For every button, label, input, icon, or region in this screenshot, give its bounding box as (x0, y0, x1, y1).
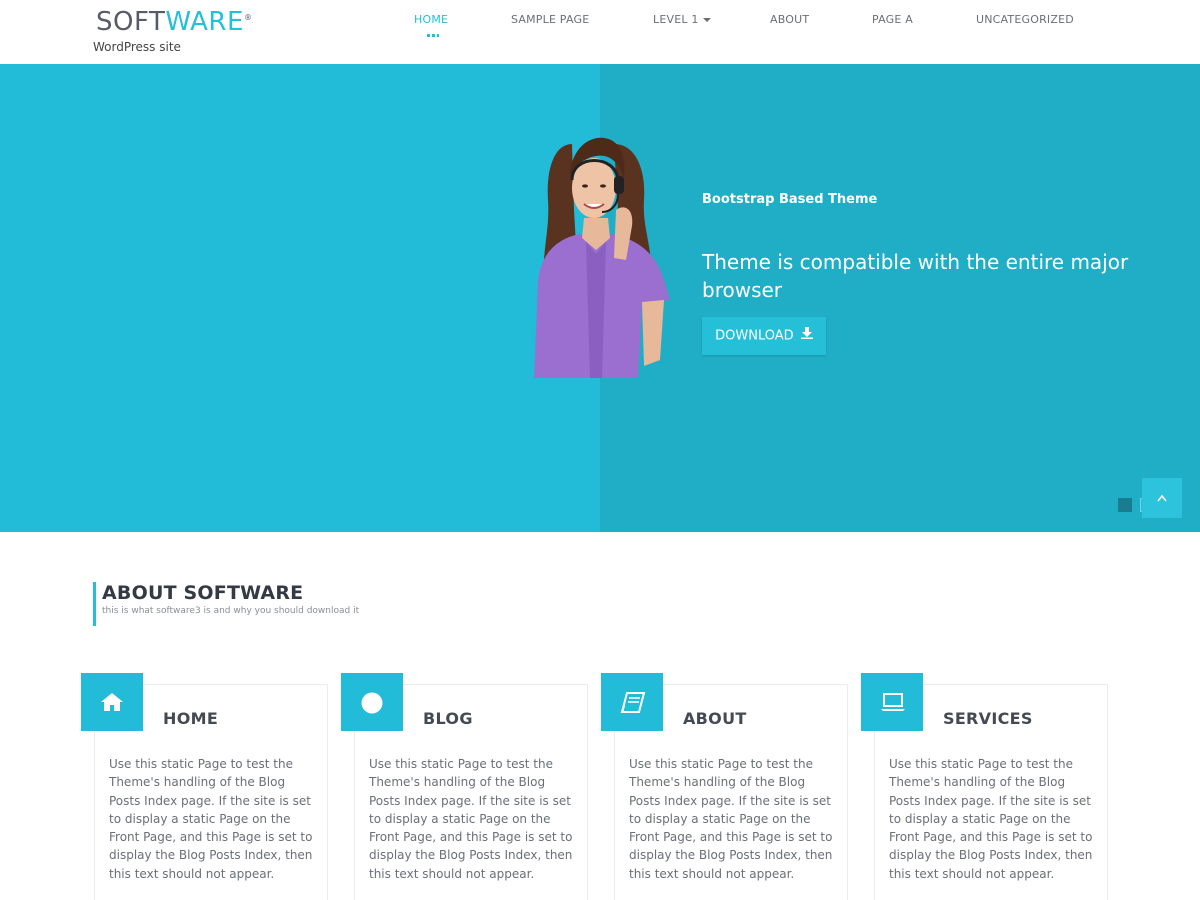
hero-slider: Bootstrap Based Theme Theme is compatibl… (0, 64, 1200, 532)
feature-card-title[interactable]: HOME (163, 709, 218, 728)
feature-card-icon-box (861, 673, 923, 731)
chevron-up-icon (1157, 494, 1167, 502)
nav-item-uncategorized[interactable]: UNCATEGORIZED (976, 13, 1074, 26)
book-icon (620, 692, 646, 713)
main-nav: HOME SAMPLE PAGE LEVEL 1 ABOUT PAGE A UN… (0, 13, 1200, 43)
nav-item-level-1-label: LEVEL 1 (653, 13, 699, 26)
circle-icon (361, 692, 383, 714)
feature-card-text: Use this static Page to test the Theme's… (109, 757, 313, 881)
feature-card-text: Use this static Page to test the Theme's… (889, 757, 1093, 881)
nav-item-level-1[interactable]: LEVEL 1 (653, 13, 711, 26)
nav-item-page-a[interactable]: PAGE A (872, 13, 913, 26)
nav-item-home[interactable]: HOME (414, 13, 448, 26)
feature-card-text: Use this static Page to test the Theme's… (369, 757, 573, 881)
feature-card-icon-box (341, 673, 403, 731)
feature-card-text: Use this static Page to test the Theme's… (629, 757, 833, 881)
nav-item-sample-page[interactable]: SAMPLE PAGE (511, 13, 589, 26)
hero-title: Theme is compatible with the entire majo… (702, 250, 1129, 302)
download-button[interactable]: DOWNLOAD (702, 317, 826, 355)
feature-card-title[interactable]: ABOUT (683, 709, 747, 728)
feature-card-title[interactable]: SERVICES (943, 709, 1033, 728)
nav-active-indicator (427, 34, 439, 37)
caret-down-icon (702, 18, 711, 22)
scroll-to-top-button[interactable] (1142, 478, 1182, 518)
feature-card-icon-box (81, 673, 143, 731)
hero-subtitle: Bootstrap Based Theme (702, 192, 878, 207)
download-icon (800, 317, 813, 355)
nav-item-about[interactable]: ABOUT (770, 13, 809, 26)
site-header: SOFTWARE® WordPress site HOME SAMPLE PAG… (0, 0, 1200, 64)
about-section-header: ABOUT SOFTWARE this is what software3 is… (93, 582, 359, 626)
feature-card-icon-box (601, 673, 663, 731)
about-subtitle: this is what software3 is and why you sh… (102, 606, 360, 616)
feature-card-title[interactable]: BLOG (423, 709, 473, 728)
support-agent-image (534, 137, 670, 378)
home-icon (101, 693, 123, 711)
slider-dot-1[interactable] (1118, 498, 1132, 512)
laptop-icon (881, 693, 905, 711)
about-title: ABOUT SOFTWARE (102, 582, 304, 604)
download-button-label: DOWNLOAD (715, 328, 794, 344)
